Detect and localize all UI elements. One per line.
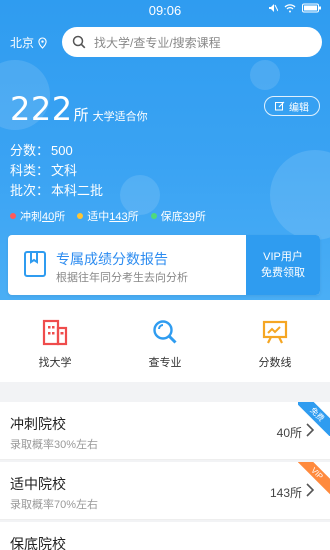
match-count-number: 222 <box>10 90 73 128</box>
battery-icon <box>302 3 321 13</box>
legend-reach-suffix: 所 <box>54 211 66 223</box>
mute-icon <box>269 4 278 12</box>
ribbon-label: VIP <box>298 462 330 496</box>
safety-dot <box>150 213 157 219</box>
legend-reach[interactable]: 冲刺40所 <box>10 208 65 224</box>
batch-line: 批次： 本科二批 <box>10 180 103 199</box>
legend-reach-prefix: 冲刺 <box>20 211 42 223</box>
legend-moderate-count: 143 <box>109 211 128 223</box>
report-subtitle: 根据往年同分考生去向分析 <box>56 272 188 284</box>
score-label: 分数： <box>10 143 50 158</box>
score-report-card[interactable]: 专属成绩分数报告 根据往年同分考生去向分析 VIP用户 免费领取 <box>8 235 320 295</box>
score-value: 500 <box>51 143 73 158</box>
row-subtitle: 录取概率70%左右 <box>10 499 99 511</box>
check-major-label: 查专业 <box>148 357 182 369</box>
legend-safety-prefix: 保底 <box>160 211 183 223</box>
search-magnifier-icon <box>153 320 177 344</box>
free-ribbon: 免费 <box>298 402 330 436</box>
legend-moderate[interactable]: 适中143所 <box>77 208 139 224</box>
vip-free-claim-button[interactable]: VIP用户 免费领取 <box>246 235 320 295</box>
moderate-dot <box>77 213 84 219</box>
chart-board-icon <box>262 320 288 344</box>
match-count-suffix: 大学适合你 <box>92 111 148 123</box>
quick-actions: 找大学 查专业 分数线 <box>0 300 330 382</box>
location-pin-icon <box>38 36 47 49</box>
batch-label: 批次： <box>10 183 50 198</box>
ribbon-label: 免费 <box>298 402 330 436</box>
edit-button[interactable]: 编辑 <box>264 96 320 116</box>
edit-icon <box>275 101 285 111</box>
reach-universities-row[interactable]: 冲刺院校 录取概率30%左右 40所 免费 <box>0 402 330 460</box>
city-selector[interactable]: 北京 <box>10 34 48 51</box>
row-title: 适中院校 <box>10 476 66 492</box>
edit-label: 编辑 <box>289 102 309 114</box>
legend-safety[interactable]: 保底39所 <box>150 208 206 224</box>
find-university-button[interactable]: 找大学 <box>0 300 110 382</box>
vip-ribbon: VIP <box>298 462 330 496</box>
legend-reach-count: 40 <box>42 211 55 223</box>
match-count: 222 所 大学适合你 <box>10 90 148 128</box>
legend-safety-count: 39 <box>182 211 195 223</box>
check-major-button[interactable]: 查专业 <box>110 300 220 382</box>
moderate-universities-row[interactable]: 适中院校 录取概率70%左右 143所 VIP <box>0 462 330 520</box>
score-line-label: 分数线 <box>258 357 292 369</box>
safety-universities-row[interactable]: 保底院校 <box>0 522 330 550</box>
batch-value: 本科二批 <box>51 183 104 198</box>
vip-line1: VIP用户 <box>263 251 303 263</box>
row-title: 保底院校 <box>10 536 66 550</box>
vip-line2: 免费领取 <box>261 267 305 279</box>
search-icon <box>72 35 86 49</box>
score-line-button[interactable]: 分数线 <box>220 300 330 382</box>
top-bar: 北京 找大学/查专业/搜索课程 <box>0 26 330 58</box>
row-title: 冲刺院校 <box>10 416 66 432</box>
decor-bubble <box>250 60 280 90</box>
status-icons <box>268 3 322 13</box>
decor-bubble <box>270 150 330 240</box>
report-title: 专属成绩分数报告 <box>56 251 168 267</box>
wifi-icon <box>284 4 296 13</box>
report-book-icon <box>24 251 46 277</box>
city-label: 北京 <box>10 36 35 50</box>
row-subtitle: 录取概率30%左右 <box>10 439 99 451</box>
legend-moderate-prefix: 适中 <box>87 211 110 223</box>
search-input[interactable]: 找大学/查专业/搜索课程 <box>62 27 322 57</box>
legend-moderate-suffix: 所 <box>127 211 139 223</box>
find-university-label: 找大学 <box>38 357 72 369</box>
tier-legend: 冲刺40所 适中143所 保底39所 <box>10 208 206 224</box>
match-count-unit: 所 <box>73 107 89 124</box>
building-icon <box>42 319 68 346</box>
score-line: 分数： 500 <box>10 140 73 159</box>
status-bar: 09:06 <box>0 0 330 20</box>
subject-line: 科类： 文科 <box>10 160 77 179</box>
subject-label: 科类： <box>10 163 50 178</box>
search-placeholder: 找大学/查专业/搜索课程 <box>94 35 221 50</box>
reach-dot <box>10 213 16 219</box>
subject-value: 文科 <box>51 163 78 178</box>
legend-safety-suffix: 所 <box>194 211 206 223</box>
